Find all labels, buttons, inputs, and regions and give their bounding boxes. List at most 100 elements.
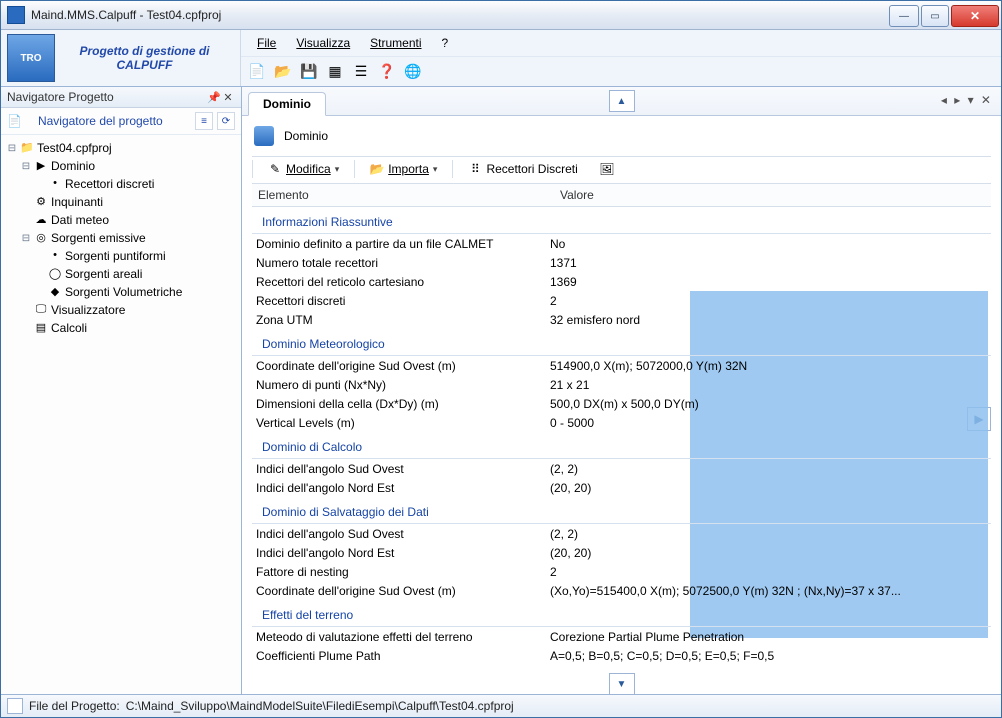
tree-sorgenti-volumetriche[interactable]: ◆Sorgenti Volumetriche (5, 283, 237, 301)
viewer-icon: 🖵 (33, 303, 49, 317)
tree-sorgenti-areali[interactable]: ◯Sorgenti areali (5, 265, 237, 283)
table-row[interactable]: Numero totale recettori1371 (252, 253, 991, 272)
image-icon: 🖼 (600, 162, 614, 176)
logo-text: Progetto di gestione di CALPUFF (55, 44, 234, 72)
toolbar-grid-icon[interactable]: ▦ (325, 61, 345, 81)
collapse-down-icon[interactable]: ▼ (609, 673, 635, 694)
action-bar: ✎Modifica▾ 📂Importa▾ ⠿Recettori Discreti… (252, 156, 991, 184)
section-calcolo[interactable]: Dominio di Calcolo (252, 432, 991, 459)
status-bar: File del Progetto: C:\Maind_Sviluppo\Mai… (1, 694, 1001, 717)
source-icon: ◎ (33, 231, 49, 245)
logo-box: TRO Progetto di gestione di CALPUFF (1, 30, 241, 86)
calc-icon: ▤ (33, 321, 49, 335)
section-salvataggio[interactable]: Dominio di Salvataggio dei Dati (252, 497, 991, 524)
table-row[interactable]: Coordinate dell'origine Sud Ovest (m)(Xo… (252, 581, 991, 600)
project-tree[interactable]: ⊟📁Test04.cpfproj ⊟▶Dominio •Recettori di… (1, 135, 241, 694)
tree-calcoli[interactable]: ▤Calcoli (5, 319, 237, 337)
toolbar-world-icon[interactable]: 🌐 (403, 61, 423, 81)
action-modifica[interactable]: ✎Modifica▾ (261, 159, 346, 179)
status-path: C:\Maind_Sviluppo\MaindModelSuite\Filedi… (126, 699, 514, 713)
section-terreno[interactable]: Effetti del terreno (252, 600, 991, 627)
logo-icon: TRO (7, 34, 55, 82)
tree-dominio[interactable]: ⊟▶Dominio (5, 157, 237, 175)
toolbar-open-icon[interactable]: 📂 (273, 61, 293, 81)
table-row[interactable]: Indici dell'angolo Sud Ovest(2, 2) (252, 459, 991, 478)
tree-dati-meteo[interactable]: ☁Dati meteo (5, 211, 237, 229)
tree-inquinanti[interactable]: ⚙Inquinanti (5, 193, 237, 211)
action-importa[interactable]: 📂Importa▾ (363, 159, 444, 179)
volume-source-icon: ◆ (47, 285, 63, 299)
pin-icon[interactable]: 📌 (207, 91, 221, 104)
menu-visualizza[interactable]: Visualizza (286, 32, 360, 54)
menu-toolbar-box: File Visualizza Strumenti ? 📄 📂 💾 ▦ ☰ ❓ … (241, 30, 1001, 86)
navigator-header: 📄 Navigatore del progetto ≡ ⟳ (1, 108, 241, 135)
navigator-subtitle: Navigatore del progetto (22, 114, 163, 128)
point-source-icon: • (47, 249, 63, 263)
tree-visualizzatore[interactable]: 🖵Visualizzatore (5, 301, 237, 319)
action-extra[interactable]: 🖼 (593, 159, 621, 179)
nav-action1-icon[interactable]: ≡ (195, 112, 213, 130)
toolbar: 📄 📂 💾 ▦ ☰ ❓ 🌐 (241, 56, 1001, 85)
table-row[interactable]: Coefficienti Plume PathA=0,5; B=0,5; C=0… (252, 646, 991, 665)
table-row[interactable]: Dominio definito a partire da un file CA… (252, 234, 991, 253)
collapse-up-icon[interactable]: ▲ (609, 90, 635, 112)
maximize-button[interactable]: ▭ (921, 5, 949, 27)
col-elemento[interactable]: Elemento (252, 184, 554, 206)
menu-file[interactable]: File (247, 32, 286, 54)
panel-icon (254, 126, 274, 146)
menu-strumenti[interactable]: Strumenti (360, 32, 431, 54)
dropdown-icon: ▾ (433, 164, 438, 175)
tree-sorgenti-emissive[interactable]: ⊟◎Sorgenti emissive (5, 229, 237, 247)
table-row[interactable]: Indici dell'angolo Nord Est(20, 20) (252, 543, 991, 562)
status-label: File del Progetto: (29, 699, 120, 713)
content-panel: Dominio ▲ ◂ ▸ ▾ ✕ Dominio ✎Modifica▾ 📂Im… (242, 87, 1001, 694)
folder-icon: 📁 (19, 141, 35, 155)
toolbar-save-icon[interactable]: 💾 (299, 61, 319, 81)
table-row[interactable]: Numero di punti (Nx*Ny)21 x 21 (252, 375, 991, 394)
tree-sorgenti-puntiformi[interactable]: •Sorgenti puntiformi (5, 247, 237, 265)
weather-icon: ☁ (33, 213, 49, 227)
grid-rows: Informazioni Riassuntive Dominio definit… (252, 207, 991, 665)
toolbar-list-icon[interactable]: ☰ (351, 61, 371, 81)
menu-help[interactable]: ? (432, 32, 459, 54)
toolbar-new-icon[interactable]: 📄 (247, 61, 267, 81)
toolbar-help-icon[interactable]: ❓ (377, 61, 397, 81)
app-window: Maind.MMS.Calpuff - Test04.cpfproj — ▭ ✕… (0, 0, 1002, 718)
table-row[interactable]: Zona UTM32 emisfero nord (252, 310, 991, 329)
navigator-title: Navigatore Progetto (7, 90, 114, 104)
window-buttons: — ▭ ✕ (887, 5, 999, 25)
table-row[interactable]: Recettori del reticolo cartesiano1369 (252, 272, 991, 291)
header: TRO Progetto di gestione di CALPUFF File… (1, 30, 1001, 87)
close-button[interactable]: ✕ (951, 5, 999, 27)
tab-dominio[interactable]: Dominio (248, 92, 326, 116)
action-recettori-discreti[interactable]: ⠿Recettori Discreti (461, 159, 584, 179)
col-valore[interactable]: Valore (554, 184, 991, 206)
tab-row: Dominio ▲ ◂ ▸ ▾ ✕ (242, 87, 1001, 116)
dropdown-icon: ▾ (335, 164, 340, 175)
panel-header: Dominio (252, 122, 991, 156)
nav-action2-icon[interactable]: ⟳ (217, 112, 235, 130)
table-row[interactable]: Fattore di nesting2 (252, 562, 991, 581)
section-meteo[interactable]: Dominio Meteorologico (252, 329, 991, 356)
main-area: Navigatore Progetto 📌 ✕ 📄 Navigatore del… (1, 87, 1001, 694)
tree-recettori-discreti[interactable]: •Recettori discreti (5, 175, 237, 193)
table-row[interactable]: Indici dell'angolo Sud Ovest(2, 2) (252, 524, 991, 543)
area-source-icon: ◯ (47, 267, 63, 281)
section-informazioni[interactable]: Informazioni Riassuntive (252, 207, 991, 234)
folder-open-icon: 📂 (370, 162, 384, 176)
panel-title: Dominio (284, 129, 328, 143)
table-row[interactable]: Indici dell'angolo Nord Est(20, 20) (252, 478, 991, 497)
app-icon (7, 6, 25, 24)
panel-close-icon[interactable]: ✕ (221, 91, 235, 104)
tree-root[interactable]: ⊟📁Test04.cpfproj (5, 139, 237, 157)
menubar: File Visualizza Strumenti ? (241, 30, 1001, 56)
tab-controls[interactable]: ◂ ▸ ▾ ✕ (941, 93, 993, 107)
table-row[interactable]: Recettori discreti2 (252, 291, 991, 310)
minimize-button[interactable]: — (889, 5, 919, 27)
table-row[interactable]: Coordinate dell'origine Sud Ovest (m)514… (252, 356, 991, 375)
navigator-panel: Navigatore Progetto 📌 ✕ 📄 Navigatore del… (1, 87, 242, 694)
table-row[interactable]: Dimensioni della cella (Dx*Dy) (m)500,0 … (252, 394, 991, 413)
table-row[interactable]: Meteodo di valutazione effetti del terre… (252, 627, 991, 646)
table-row[interactable]: Vertical Levels (m)0 - 5000 (252, 413, 991, 432)
doc-icon: 📄 (7, 114, 22, 128)
